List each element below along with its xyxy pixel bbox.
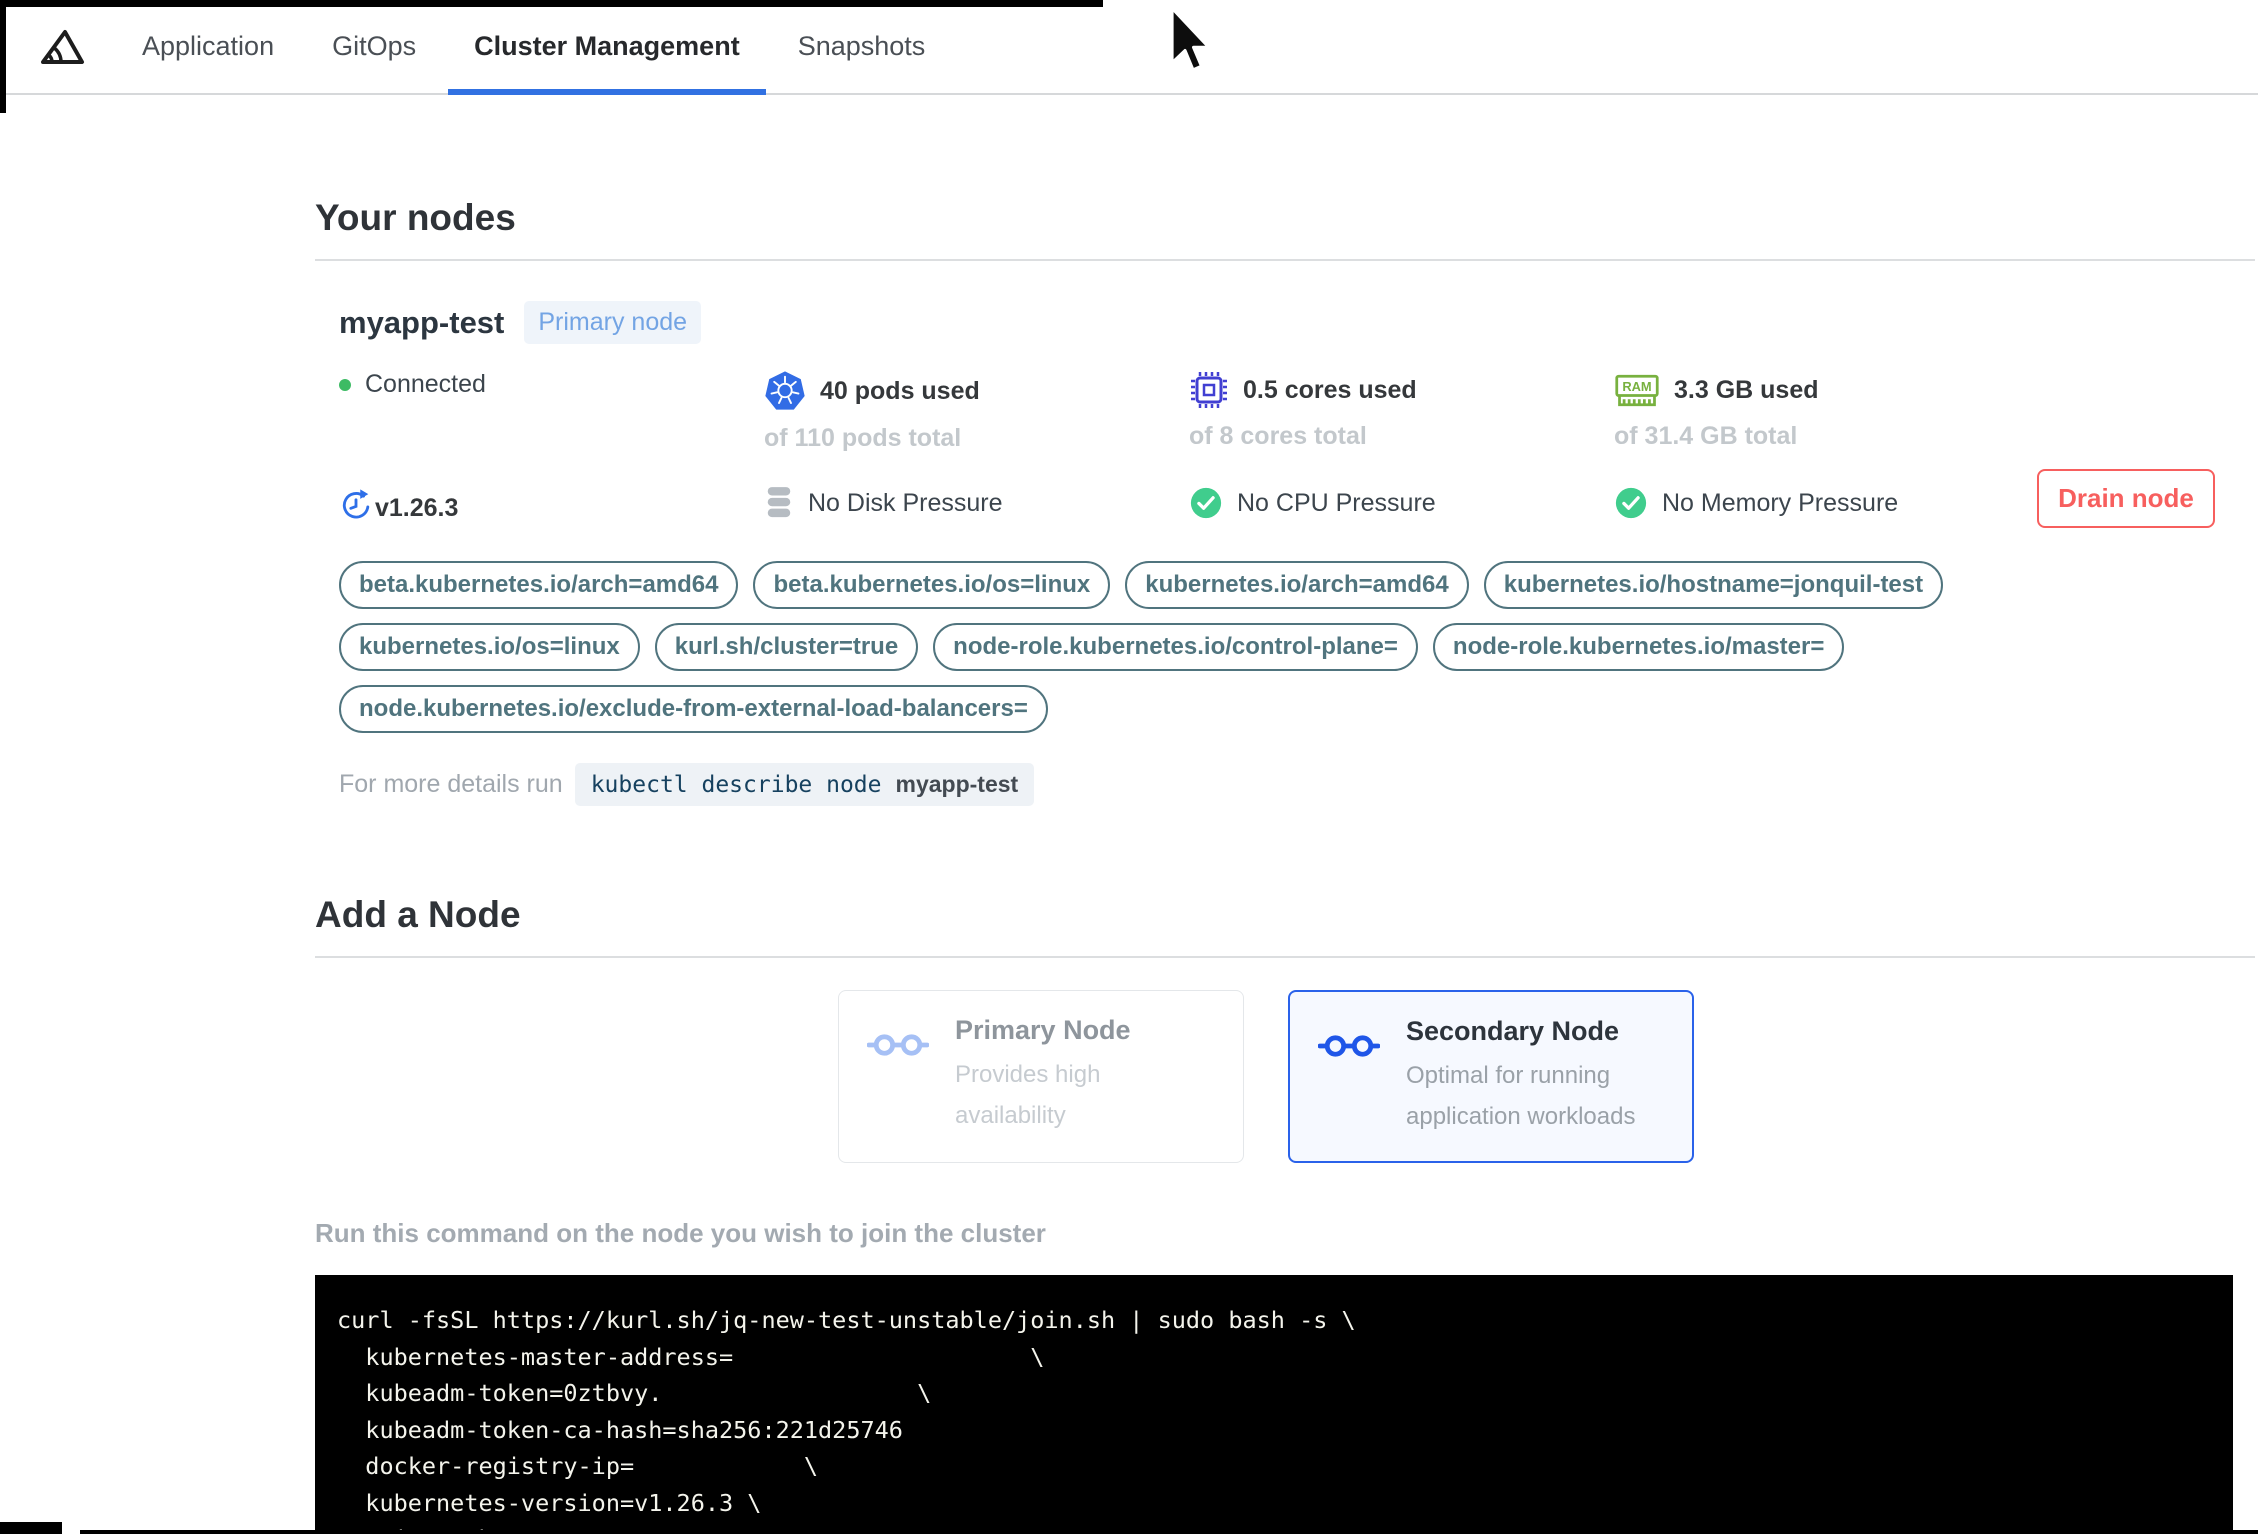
connected-dot-icon <box>339 378 351 391</box>
cores-used: 0.5 cores used <box>1243 375 1417 404</box>
node-label-pill: kubernetes.io/arch=amd64 <box>1125 561 1469 609</box>
node-version: v1.26.3 <box>375 494 459 522</box>
section-divider <box>315 956 2255 958</box>
join-command-instruction: Run this command on the node you wish to… <box>315 1218 1046 1248</box>
tab-cluster-management[interactable]: Cluster Management <box>448 0 766 95</box>
node-type-options: Primary Node Provides high availability … <box>838 990 2255 1163</box>
terminal-line: curl -fsSL https://kurl.sh/jq-new-test-u… <box>337 1306 1356 1334</box>
kubectl-node-name: myapp-test <box>895 771 1019 797</box>
node-details-hint: For more details run kubectl describe no… <box>339 763 2255 806</box>
node-label-pill: node-role.kubernetes.io/master= <box>1432 623 1845 671</box>
no-cpu-pressure: No CPU Pressure <box>1237 488 1436 517</box>
primary-node-option-title: Primary Node <box>955 1015 1131 1045</box>
node-label-pill: kurl.sh/cluster=true <box>654 623 919 671</box>
node-link-icon <box>866 1029 930 1138</box>
node-label-pill: kubernetes.io/os=linux <box>339 623 640 671</box>
cluster-management-page: Application GitOps Cluster Management Sn… <box>0 0 2258 1534</box>
primary-node-option[interactable]: Primary Node Provides high availability <box>838 990 1244 1163</box>
stat-version: v1.26.3 <box>339 483 764 523</box>
main-nav: Application GitOps Cluster Management Sn… <box>116 0 952 95</box>
terminal-line: kubeadm-token-ca-hash=sha256:221d25746 <box>337 1415 903 1444</box>
node-status: Connected <box>365 370 486 398</box>
memory-total: of 31.4 GB total <box>1614 422 1798 450</box>
node-label-pill: beta.kubernetes.io/os=linux <box>753 561 1111 609</box>
top-edge-artifact <box>0 0 1103 7</box>
check-circle-icon <box>1614 486 1648 520</box>
details-prefix: For more details run <box>339 770 563 798</box>
your-nodes-title: Your nodes <box>315 197 516 238</box>
condition-memory: No Memory Pressure <box>1614 483 2054 523</box>
stat-pods: 40 pods used of 110 pods total <box>764 370 1189 453</box>
node-label-pill: beta.kubernetes.io/arch=amd64 <box>339 561 739 609</box>
primary-node-badge: Primary node <box>524 301 702 344</box>
node-link-icon <box>1317 1030 1381 1137</box>
version-icon <box>339 487 373 523</box>
main-content: Your nodes myapp-test Primary node Conne… <box>0 197 2258 1534</box>
condition-cpu: No CPU Pressure <box>1189 483 1614 523</box>
kubectl-command: kubectl describe node <box>590 771 882 798</box>
tab-gitops[interactable]: GitOps <box>306 0 442 93</box>
cpu-icon <box>1189 370 1229 410</box>
secondary-node-option-description: Optimal for running application workload… <box>1406 1062 1636 1130</box>
left-edge-artifact <box>0 0 6 113</box>
disk-icon <box>764 483 794 523</box>
terminal-line: kubeadm-token=0ztbvy. \ <box>337 1379 932 1407</box>
bottom-left-artifact <box>0 1522 62 1534</box>
pods-total: of 110 pods total <box>764 424 962 452</box>
terminal-line: kubernetes-version=v1.26.3 \ <box>337 1488 762 1517</box>
node-label-pill: node-role.kubernetes.io/control-plane= <box>933 623 1418 671</box>
secondary-node-option[interactable]: Secondary Node Optimal for running appli… <box>1288 990 1694 1163</box>
node-labels: beta.kubernetes.io/arch=amd64 beta.kuber… <box>339 561 2039 733</box>
node-label-pill: kubernetes.io/hostname=jonquil-test <box>1483 561 1944 609</box>
node-name: myapp-test <box>339 304 505 340</box>
bottom-edge-artifact <box>80 1530 2258 1534</box>
check-circle-icon <box>1189 486 1223 520</box>
section-divider <box>315 259 2255 261</box>
node-stats: Connected 40 pods used of 110 pods total… <box>339 370 2255 523</box>
add-node-title: Add a Node <box>315 894 521 935</box>
secondary-node-option-title: Secondary Node <box>1406 1016 1620 1046</box>
tab-application[interactable]: Application <box>116 0 300 93</box>
stat-status: Connected <box>339 370 764 453</box>
drain-node-button[interactable]: Drain node <box>2037 469 2215 528</box>
no-memory-pressure: No Memory Pressure <box>1662 488 1899 517</box>
ram-icon: RAM <box>1614 370 1660 410</box>
svg-text:RAM: RAM <box>1622 379 1651 394</box>
app-header: Application GitOps Cluster Management Sn… <box>0 0 2258 95</box>
primary-node-option-description: Provides high availability <box>955 1061 1101 1129</box>
node-label-pill: node.kubernetes.io/exclude-from-external… <box>339 685 1048 733</box>
stat-cores: 0.5 cores used of 8 cores total <box>1189 370 1614 453</box>
cores-total: of 8 cores total <box>1189 422 1367 450</box>
kubernetes-icon <box>764 370 806 412</box>
memory-used: 3.3 GB used <box>1674 375 1819 404</box>
stat-memory: RAM 3.3 GB used of 31.4 GB total <box>1614 370 2054 453</box>
join-command-terminal: curl -fsSL https://kurl.sh/jq-new-test-u… <box>315 1275 2233 1534</box>
node-card: myapp-test Primary node Connected 40 pod… <box>339 301 2255 806</box>
terminal-line: kubernetes-master-address= \ <box>337 1342 1045 1371</box>
terminal-line: docker-registry-ip= \ <box>337 1452 819 1480</box>
kubectl-describe-chip: kubectl describe node myapp-test <box>574 763 1035 806</box>
condition-disk: No Disk Pressure <box>764 483 1189 523</box>
tab-snapshots[interactable]: Snapshots <box>772 0 952 93</box>
pods-used: 40 pods used <box>820 376 980 405</box>
replicated-logo-icon <box>36 0 88 93</box>
no-disk-pressure: No Disk Pressure <box>808 488 1003 517</box>
